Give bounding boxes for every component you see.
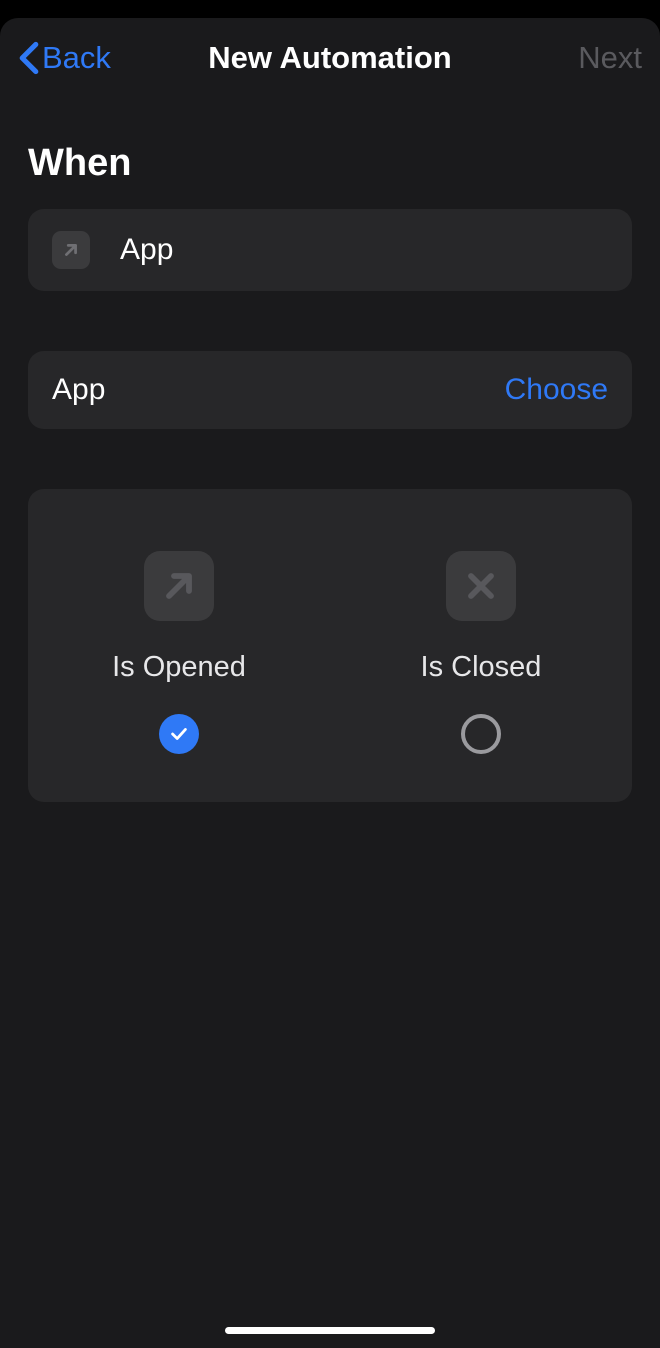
- back-label: Back: [42, 40, 111, 76]
- checkmark-selected-icon: [159, 714, 199, 754]
- spacer: [28, 291, 632, 351]
- chevron-left-icon: [18, 41, 40, 75]
- trigger-type-label: App: [120, 233, 173, 267]
- app-choose-row[interactable]: App Choose: [28, 351, 632, 429]
- option-is-opened[interactable]: Is Opened: [28, 551, 330, 754]
- home-indicator[interactable]: [225, 1327, 435, 1334]
- close-x-icon: [446, 551, 516, 621]
- back-button[interactable]: Back: [18, 40, 111, 76]
- option-is-closed[interactable]: Is Closed: [330, 551, 632, 754]
- option-opened-label: Is Opened: [112, 651, 246, 684]
- app-open-icon: [52, 231, 90, 269]
- section-header-when: When: [28, 142, 632, 185]
- trigger-options-card: Is Opened Is Closed: [28, 489, 632, 802]
- trigger-type-row[interactable]: App: [28, 209, 632, 291]
- navigation-bar: Back New Automation Next: [0, 18, 660, 98]
- next-button[interactable]: Next: [578, 40, 642, 76]
- radio-unselected-icon: [461, 714, 501, 754]
- modal-sheet: Back New Automation Next When App App Ch…: [0, 18, 660, 1348]
- content-area: When App App Choose Is O: [0, 142, 660, 802]
- app-row-label: App: [52, 373, 105, 407]
- arrow-up-right-icon: [144, 551, 214, 621]
- choose-button[interactable]: Choose: [505, 373, 608, 407]
- spacer: [28, 429, 632, 489]
- option-closed-label: Is Closed: [421, 651, 542, 684]
